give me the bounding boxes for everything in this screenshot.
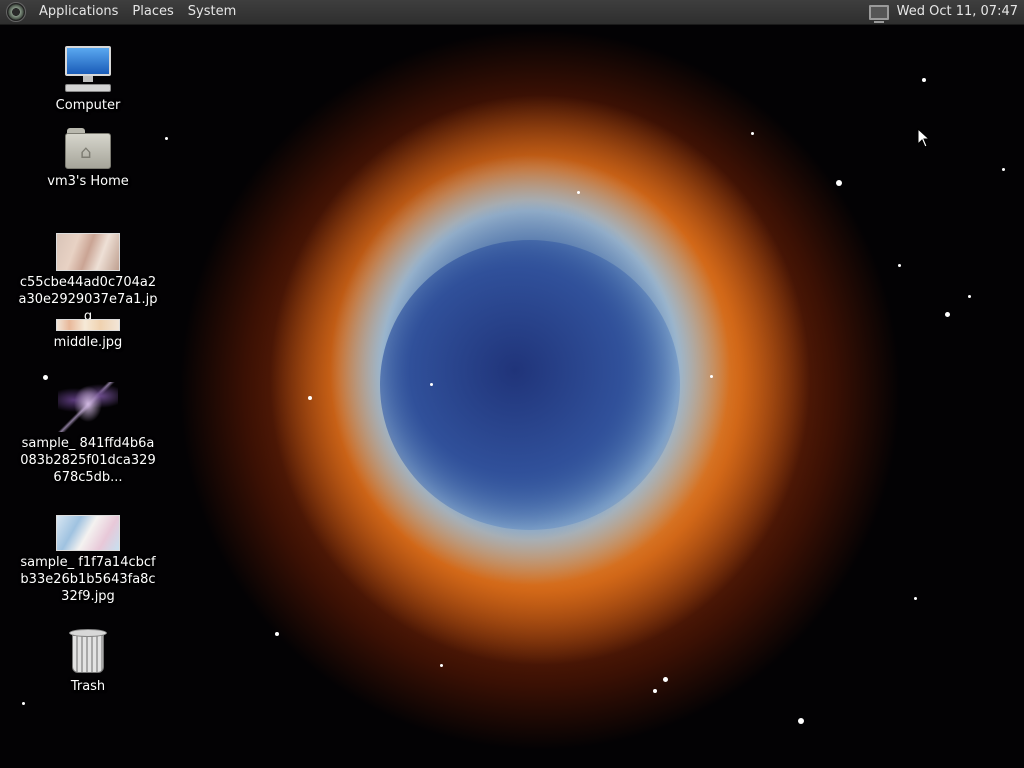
distro-logo-icon[interactable] — [6, 2, 26, 22]
star — [836, 180, 842, 186]
desktop-icon-image-sample-841ffd[interactable]: sample_ 841ffd4b6a083b2825f01dca329678c5… — [13, 382, 163, 486]
menu-places[interactable]: Places — [125, 0, 180, 24]
desktop-icon-image-c55cbe[interactable]: c55cbe44ad0c704a2a30e2929037e7a1.jpg — [13, 233, 163, 325]
star — [165, 137, 168, 140]
star — [798, 718, 804, 724]
star — [440, 664, 443, 667]
star — [898, 264, 901, 267]
panel-clock[interactable]: Wed Oct 11, 07:47 — [897, 0, 1020, 24]
desktop-icon-trash[interactable]: Trash — [13, 627, 163, 695]
desktop-icon-home[interactable]: ⌂ vm3's Home — [13, 128, 163, 190]
menu-applications[interactable]: Applications — [32, 0, 125, 24]
star — [275, 632, 279, 636]
star — [430, 383, 433, 386]
desktop-icon-label: middle.jpg — [53, 335, 123, 350]
star — [710, 375, 713, 378]
home-folder-icon: ⌂ — [65, 128, 111, 170]
image-thumbnail-icon — [56, 233, 120, 271]
desktop-icon-label: Computer — [55, 98, 121, 113]
desktop[interactable]: Applications Places System Wed Oct 11, 0… — [0, 0, 1024, 768]
star — [1002, 168, 1005, 171]
star — [968, 295, 971, 298]
star — [653, 689, 657, 693]
desktop-icon-image-middle[interactable]: middle.jpg — [13, 319, 163, 351]
star — [577, 191, 580, 194]
desktop-icon-label: Trash — [70, 679, 106, 694]
wallpaper-nebula — [380, 240, 680, 530]
desktop-icon-label: c55cbe44ad0c704a2a30e2929037e7a1.jpg — [18, 275, 158, 324]
desktop-icon-label: vm3's Home — [47, 174, 129, 189]
display-monitor-icon[interactable] — [868, 4, 889, 23]
desktop-icon-label: sample_ 841ffd4b6a083b2825f01dca329678c5… — [20, 436, 156, 485]
image-thumbnail-icon — [56, 319, 120, 331]
desktop-icon-computer[interactable]: Computer — [13, 46, 163, 114]
image-thumbnail-icon — [58, 382, 118, 432]
star — [922, 78, 926, 82]
image-thumbnail-icon — [56, 515, 120, 551]
star — [22, 702, 25, 705]
star — [43, 375, 48, 380]
panel-tray: Wed Oct 11, 07:47 — [868, 0, 1020, 24]
desktop-icon-image-sample-f1f7a1[interactable]: sample_ f1f7a14cbcfb33e26b1b5643fa8c32f9… — [13, 515, 163, 605]
star — [663, 677, 668, 682]
star — [914, 597, 917, 600]
desktop-icon-label: sample_ f1f7a14cbcfb33e26b1b5643fa8c32f9… — [20, 555, 156, 604]
star — [751, 132, 754, 135]
star — [945, 312, 950, 317]
top-panel: Applications Places System Wed Oct 11, 0… — [0, 0, 1024, 25]
trash-icon — [68, 627, 108, 675]
star — [308, 396, 312, 400]
menu-system[interactable]: System — [181, 0, 243, 24]
computer-icon — [63, 46, 113, 94]
